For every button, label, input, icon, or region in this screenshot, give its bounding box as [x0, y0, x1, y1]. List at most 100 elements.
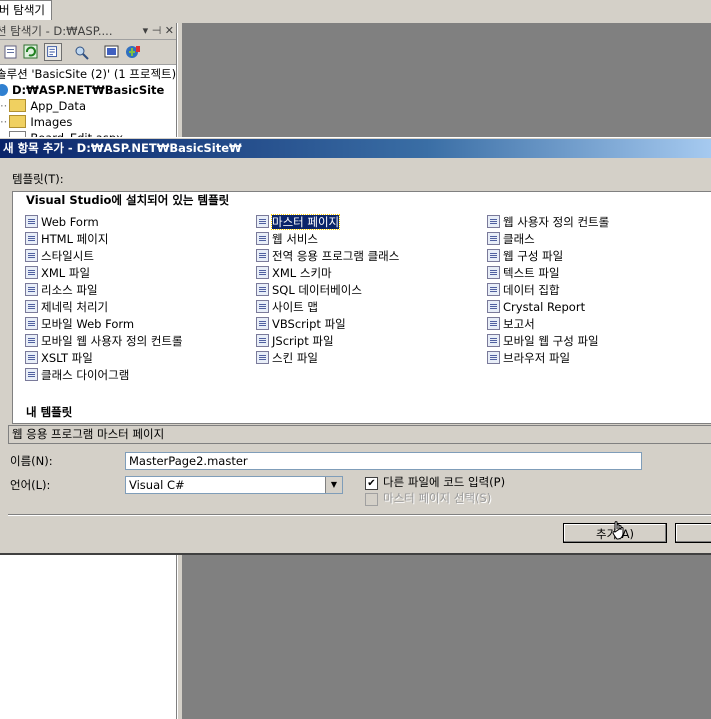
template-file-icon	[25, 249, 38, 262]
panel-window-controls[interactable]: ▾ ⊣ ✕	[143, 23, 174, 39]
template-file-icon	[256, 317, 269, 330]
template-file-icon	[256, 283, 269, 296]
globe-icon	[0, 84, 8, 96]
template-item[interactable]: 스타일시트	[25, 249, 94, 264]
code-separate-label: 다른 파일에 코드 입력(P)	[383, 475, 506, 489]
select-master-label: 마스터 페이지 선택(S)	[383, 491, 492, 505]
tree-item-images[interactable]: ·· Images	[0, 114, 72, 130]
template-file-icon	[487, 215, 500, 228]
language-select[interactable]: Visual C# ▼	[125, 476, 343, 494]
template-file-icon	[256, 215, 269, 228]
tree-item-label: D:₩ASP.NET₩BasicSite	[12, 83, 165, 97]
template-item[interactable]: 데이터 집합	[487, 283, 560, 298]
template-item[interactable]: 클래스 다이어그램	[25, 368, 129, 383]
dialog-titlebar[interactable]: 새 항목 추가 - D:₩ASP.NET₩BasicSite₩	[0, 139, 711, 158]
tree-project-node[interactable]: D:₩ASP.NET₩BasicSite	[0, 82, 164, 98]
chevron-down-icon[interactable]: ▼	[325, 477, 342, 493]
template-item-label: 브라우저 파일	[503, 351, 571, 365]
template-item[interactable]: XSLT 파일	[25, 351, 93, 366]
document-tab-strip: 버 탐색기	[0, 0, 711, 24]
template-item[interactable]: 전역 응용 프로그램 클래스	[256, 249, 399, 264]
template-item-label: 웹 구성 파일	[503, 249, 564, 263]
template-item[interactable]: 스킨 파일	[256, 351, 318, 366]
template-item[interactable]: 텍스트 파일	[487, 266, 560, 281]
template-item[interactable]: 웹 구성 파일	[487, 249, 563, 264]
tree-solution-node[interactable]: 솔루션 'BasicSite (2)' (1 프로젝트)	[0, 66, 176, 82]
template-description: 웹 응용 프로그램 마스터 페이지	[8, 425, 711, 444]
template-item[interactable]: 보고서	[487, 317, 535, 332]
asp-net-config-icon[interactable]	[124, 43, 142, 61]
template-file-icon	[25, 266, 38, 279]
template-item-label: 클래스	[503, 232, 535, 246]
template-item-label: JScript 파일	[272, 334, 334, 348]
template-item-label: XML 스키마	[272, 266, 332, 280]
template-item[interactable]: XML 스키마	[256, 266, 332, 281]
copy-web-icon[interactable]	[73, 43, 91, 61]
template-item[interactable]: Web Form	[25, 215, 99, 230]
template-item[interactable]: 모바일 Web Form	[25, 317, 134, 332]
template-item-label: 마스터 페이지	[270, 214, 341, 230]
template-item-label: 데이터 집합	[503, 283, 560, 297]
template-item[interactable]: XML 파일	[25, 266, 90, 281]
template-item-label: 모바일 웹 구성 파일	[503, 334, 599, 348]
template-item[interactable]: VBScript 파일	[256, 317, 346, 332]
template-file-icon	[256, 351, 269, 364]
template-file-icon	[25, 215, 38, 228]
tab-server-explorer[interactable]: 버 탐색기	[0, 0, 52, 20]
template-item[interactable]: 제네릭 처리기	[25, 300, 108, 315]
template-file-icon	[256, 232, 269, 245]
tree-item-label: 솔루션 'BasicSite (2)' (1 프로젝트)	[0, 67, 177, 81]
template-item[interactable]: 웹 서비스	[256, 232, 318, 247]
cancel-button[interactable]	[675, 523, 711, 543]
template-file-icon	[25, 334, 38, 347]
template-item-label: SQL 데이터베이스	[272, 283, 362, 297]
template-file-icon	[487, 249, 500, 262]
template-item-label: 전역 응용 프로그램 클래스	[272, 249, 400, 263]
template-item[interactable]: 웹 사용자 정의 컨트롤	[487, 215, 609, 230]
template-item-label: XSLT 파일	[41, 351, 93, 365]
template-item[interactable]: 사이트 맵	[256, 300, 318, 315]
template-file-icon	[487, 334, 500, 347]
template-file-icon	[25, 368, 38, 381]
name-input-value: MasterPage2.master	[129, 454, 248, 468]
template-file-icon	[25, 317, 38, 330]
template-item-label: 모바일 Web Form	[41, 317, 135, 331]
template-item[interactable]: 마스터 페이지	[256, 214, 341, 230]
language-label: 언어(L):	[10, 478, 51, 492]
template-item-label: 제네릭 처리기	[41, 300, 109, 314]
template-item[interactable]: JScript 파일	[256, 334, 334, 349]
solution-explorer-title: 션 탐색기 - D:₩ASP.... ▾ ⊣ ✕	[0, 23, 176, 40]
view-designer-icon[interactable]	[103, 43, 121, 61]
language-select-value: Visual C#	[129, 478, 185, 492]
code-separate-checkbox[interactable]: ✔	[365, 477, 378, 490]
template-file-icon	[487, 351, 500, 364]
template-file-icon	[256, 334, 269, 347]
template-item-label: 웹 서비스	[272, 232, 318, 246]
template-file-icon	[25, 283, 38, 296]
template-item[interactable]: SQL 데이터베이스	[256, 283, 362, 298]
description-text: 웹 응용 프로그램 마스터 페이지	[12, 427, 165, 441]
show-all-files-icon[interactable]	[44, 43, 62, 61]
name-label: 이름(N):	[10, 454, 53, 468]
template-item[interactable]: HTML 페이지	[25, 232, 108, 247]
name-input[interactable]: MasterPage2.master	[125, 452, 642, 470]
refresh-icon[interactable]	[22, 43, 40, 61]
template-item[interactable]: 리소스 파일	[25, 283, 98, 298]
folder-icon	[9, 99, 27, 112]
tab-label: 버 탐색기	[0, 3, 45, 17]
template-item[interactable]: 모바일 웹 사용자 정의 컨트롤	[25, 334, 183, 349]
templates-list[interactable]: Visual Studio에 설치되어 있는 템플릿 Web Form HTML …	[12, 191, 711, 424]
template-file-icon	[256, 249, 269, 262]
template-item-label: 리소스 파일	[41, 283, 98, 297]
template-item[interactable]: 모바일 웹 구성 파일	[487, 334, 599, 349]
template-item-label: 보고서	[503, 317, 535, 331]
template-item-label: 스킨 파일	[272, 351, 318, 365]
template-item[interactable]: Crystal Report	[487, 300, 585, 315]
template-item[interactable]: 브라우저 파일	[487, 351, 570, 366]
select-master-checkbox	[365, 493, 378, 506]
section-my-templates: 내 템플릿	[26, 405, 73, 419]
tree-item-app-data[interactable]: ·· App_Data	[0, 98, 86, 114]
properties-icon[interactable]	[2, 43, 20, 61]
template-item[interactable]: 클래스	[487, 232, 535, 247]
tree-item-label: Images	[30, 115, 73, 129]
